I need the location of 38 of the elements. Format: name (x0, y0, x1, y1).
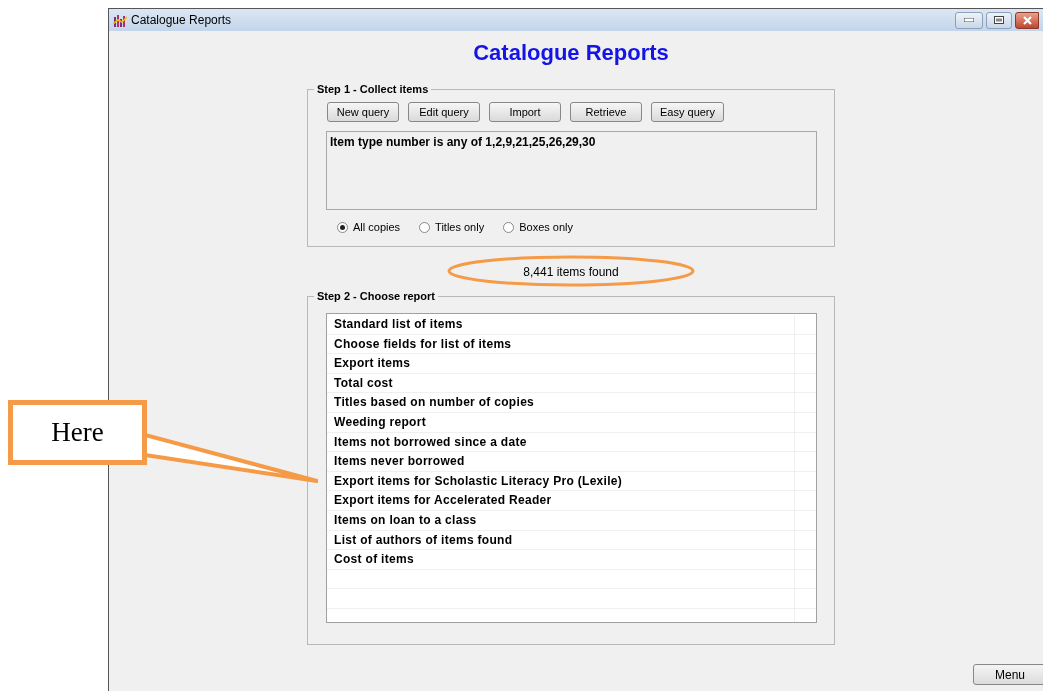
report-item[interactable]: Export items for Scholastic Literacy Pro (Lexile) (327, 471, 794, 491)
query-button[interactable]: Retrieve (570, 102, 642, 122)
close-icon (1022, 15, 1032, 25)
chart-icon (113, 13, 127, 27)
close-button[interactable] (1015, 11, 1039, 29)
items-found-label: 8,441 items found (523, 263, 619, 281)
report-item[interactable]: List of authors of items found (327, 530, 794, 550)
query-button[interactable]: Easy query (651, 102, 725, 122)
query-text-box[interactable]: Item type number is any of 1,2,9,21,25,26,29,30 (326, 131, 817, 210)
radio-button[interactable] (337, 221, 348, 233)
window-title: Catalogue Reports (131, 12, 232, 29)
page-heading: Catalogue Reports (473, 40, 669, 66)
radio-button[interactable] (503, 221, 515, 233)
radio-option[interactable]: All copies (337, 219, 401, 236)
report-item[interactable]: Items never borrowed (327, 452, 794, 471)
group-legend: Step 2 - Choose report (314, 289, 438, 303)
report-item[interactable]: Standard list of items (327, 315, 794, 334)
menu-button[interactable]: Menu (973, 664, 1043, 685)
report-item[interactable]: Weeding report (327, 412, 794, 432)
group-legend: Step 1 - Collect items (314, 82, 432, 96)
query-button[interactable]: Edit query (408, 102, 480, 122)
report-item[interactable]: Items on loan to a class (327, 510, 794, 530)
callout-text: Here (51, 416, 104, 450)
radio-option[interactable]: Boxes only (503, 219, 573, 236)
query-button[interactable]: New query (327, 102, 399, 122)
report-item[interactable]: Export items (327, 354, 794, 373)
report-item[interactable]: Export items for Accelerated Reader (327, 491, 794, 510)
minimize-icon (964, 18, 974, 22)
radio-button[interactable] (419, 221, 431, 233)
report-item[interactable]: Total cost (327, 373, 794, 393)
query-button[interactable]: Import (489, 102, 561, 122)
report-item[interactable]: Items not borrowed since a date (327, 432, 794, 452)
report-item[interactable]: Titles based on number of copies (327, 393, 794, 412)
radio-option[interactable]: Titles only (419, 219, 485, 236)
report-item[interactable]: Choose fields for list of items (327, 334, 794, 354)
maximize-icon (994, 16, 1004, 24)
maximize-button[interactable] (986, 11, 1012, 29)
report-item[interactable]: Cost of items (327, 550, 794, 569)
